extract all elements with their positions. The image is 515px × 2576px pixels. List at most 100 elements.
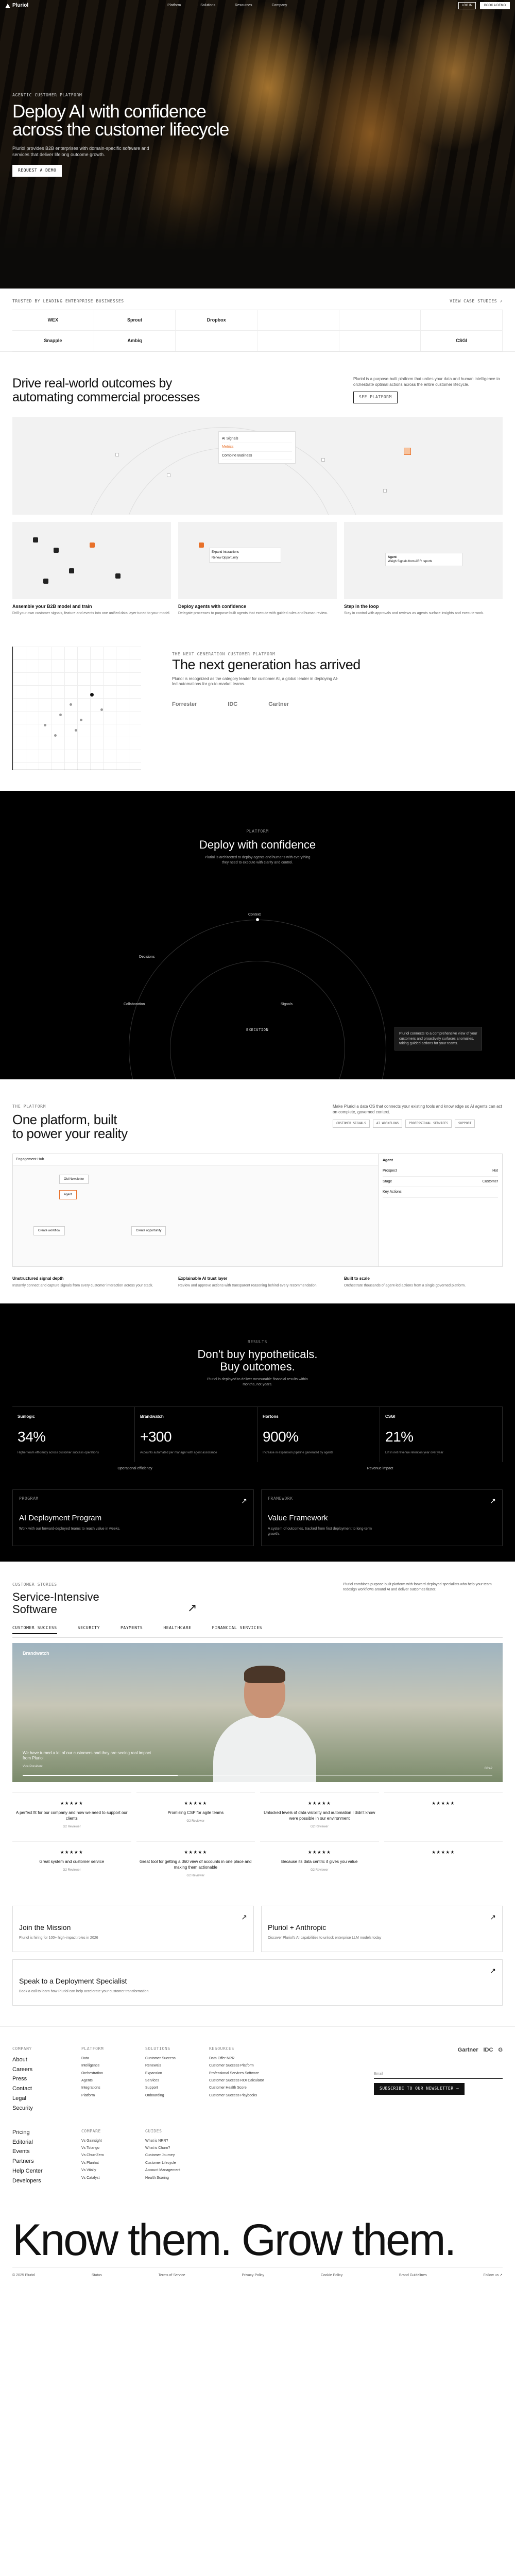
analyst-badge-g2: G	[498, 2046, 503, 2053]
panel-row[interactable]: Stage Customer	[383, 1177, 498, 1188]
footer-link[interactable]: Data Offer NRR	[209, 2056, 291, 2061]
customer-logo: CSGI	[421, 330, 503, 351]
footer-link[interactable]: Customer Health Score	[209, 2086, 291, 2090]
footer-link[interactable]: Services	[145, 2078, 202, 2083]
footer-link-careers[interactable]: Careers	[12, 2066, 74, 2074]
follow-us-link[interactable]: Follow us ↗	[484, 2273, 503, 2278]
footer-link[interactable]: Vs Planhat	[81, 2161, 138, 2165]
footer-link[interactable]: Renewals	[145, 2063, 202, 2068]
footer-link[interactable]: Data	[81, 2056, 138, 2061]
nav-link-solutions[interactable]: Solutions	[200, 3, 215, 8]
footer-link[interactable]: Customer Success Platform	[209, 2063, 291, 2068]
popup-item[interactable]: Combine Business	[222, 452, 292, 461]
footer-link[interactable]: Vs ChurnZero	[81, 2153, 138, 2158]
popup-item-selected[interactable]: Metrics	[222, 443, 292, 452]
footer-link[interactable]: Orchestration	[81, 2071, 138, 2076]
footer-link[interactable]: Agents	[81, 2078, 138, 2083]
footer-link[interactable]: What is NRR?	[145, 2139, 202, 2143]
story-tab[interactable]: PAYMENTS	[121, 1625, 143, 1634]
footer-link-press[interactable]: Press	[12, 2075, 74, 2083]
customer-logo	[421, 310, 503, 331]
platform-tab[interactable]: PROFESSIONAL SERVICES	[405, 1119, 452, 1128]
footer-link[interactable]: Vs Vitally	[81, 2168, 138, 2173]
footer-link-security[interactable]: Security	[12, 2105, 74, 2112]
automate-description: Pluriol is a purpose-built platform that…	[353, 376, 500, 387]
review-card: ★★★★★ Because its data centric it gives y…	[260, 1841, 379, 1885]
footer-link[interactable]: Support	[145, 2086, 202, 2090]
hero-request-demo-button[interactable]: REQUEST A DEMO	[12, 165, 62, 177]
nav-link-resources[interactable]: Resources	[235, 3, 252, 8]
footer-link[interactable]: Vs Catalyst	[81, 2176, 138, 2180]
workflow-node[interactable]: Create opportunity	[131, 1226, 166, 1235]
footer-link[interactable]: Customer Success	[145, 2056, 202, 2061]
brand-logo[interactable]: Pluriol	[5, 2, 28, 9]
case-studies-link[interactable]: VIEW CASE STUDIES ↗	[450, 299, 503, 304]
platform-tab[interactable]: SUPPORT	[455, 1119, 475, 1128]
pluriol-marker	[90, 693, 94, 697]
footer-link-about[interactable]: About	[12, 2056, 74, 2064]
workflow-node[interactable]: Old Newsletter	[59, 1174, 89, 1184]
brand-mark-icon	[5, 3, 10, 8]
legal-link[interactable]: Brand Guidelines	[399, 2273, 427, 2278]
footer-link[interactable]: Customer Lifecycle	[145, 2161, 202, 2165]
legal-link[interactable]: Privacy Policy	[242, 2273, 264, 2278]
legal-link[interactable]: Terms of Service	[159, 2273, 185, 2278]
footer-link-events[interactable]: Events	[12, 2148, 74, 2156]
workflow-node[interactable]: Create workflow	[33, 1226, 65, 1235]
anthropic-partner-card[interactable]: ↗ Pluriol + Anthropic Discover Pluriol's…	[261, 1905, 503, 1952]
testimonial-video[interactable]: Brandwatch We have turned a lot of our c…	[12, 1643, 503, 1783]
newsletter-subscribe-button[interactable]: SUBSCRIBE TO OUR NEWSLETTER →	[374, 2083, 465, 2095]
footer-link-partners[interactable]: Partners	[12, 2158, 74, 2165]
deployment-specialist-card[interactable]: ↗ Speak to a Deployment Specialist Book …	[12, 1959, 503, 2006]
nav-link-platform[interactable]: Platform	[167, 3, 181, 8]
footer-link-contact[interactable]: Contact	[12, 2085, 74, 2093]
join-mission-card[interactable]: ↗ Join the Mission Pluriol is hiring for…	[12, 1905, 254, 1952]
video-progress-bar[interactable]	[23, 1775, 492, 1776]
popup-item[interactable]: AI Signals	[222, 435, 292, 444]
service-section: CUSTOMER STORIES Service-Intensive Softw…	[0, 1562, 515, 1895]
newsletter-email-input[interactable]: Email	[374, 2070, 503, 2079]
footer-link[interactable]: Expansion	[145, 2071, 202, 2076]
footer-link[interactable]: Customer Success ROI Calculator	[209, 2078, 291, 2083]
footer-link[interactable]: Account Management	[145, 2168, 202, 2173]
story-tab[interactable]: CUSTOMER SUCCESS	[12, 1625, 57, 1635]
footer-link-editorial[interactable]: Editorial	[12, 2139, 74, 2146]
platform-visualization: AI Signals Metrics Combine Business	[12, 416, 503, 515]
program-card-value-framework[interactable]: FRAMEWORK ↗ Value Framework A system of …	[261, 1489, 503, 1547]
footer-link[interactable]: Customer Journey	[145, 2153, 202, 2158]
footer-link[interactable]: Intelligence	[81, 2063, 138, 2068]
feature-card-deploy: Expand Interactions Renew Opportunity De…	[178, 521, 337, 616]
platform-tab[interactable]: CUSTOMER SIGNALS	[333, 1119, 370, 1128]
panel-row[interactable]: Key Actions	[383, 1187, 498, 1198]
stat-card: CSGI 21% Lift in net revenue retention yea…	[380, 1407, 503, 1462]
story-tab[interactable]: SECURITY	[78, 1625, 100, 1634]
legal-link[interactable]: Status	[92, 2273, 102, 2278]
workflow-node-agent[interactable]: Agent	[59, 1190, 77, 1199]
legal-link[interactable]: Cookie Policy	[321, 2273, 342, 2278]
nav-link-company[interactable]: Company	[271, 3, 287, 8]
footer-link[interactable]: Onboarding	[145, 2093, 202, 2098]
footer-link-developers[interactable]: Developers	[12, 2177, 74, 2185]
signals-popup: AI Signals Metrics Combine Business	[218, 431, 296, 464]
see-platform-button[interactable]: SEE PLATFORM	[353, 392, 398, 404]
footer-link-help-center[interactable]: Help Center	[12, 2167, 74, 2175]
footer-link[interactable]: Customer Success Playbooks	[209, 2093, 291, 2098]
footer-link[interactable]: Professional Services Software	[209, 2071, 291, 2076]
program-card-ai-deployment[interactable]: PROGRAM ↗ AI Deployment Program Work wit…	[12, 1489, 254, 1547]
panel-row[interactable]: Prospect Hot	[383, 1166, 498, 1177]
footer-link[interactable]: Vs Gainsight	[81, 2139, 138, 2143]
story-tab[interactable]: HEALTHCARE	[163, 1625, 191, 1634]
book-demo-button[interactable]: BOOK A DEMO	[479, 2, 510, 10]
arrow-up-right-icon[interactable]: ↗	[187, 1600, 197, 1616]
footer-link-legal[interactable]: Legal	[12, 2095, 74, 2103]
story-tab[interactable]: FINANCIAL SERVICES	[212, 1625, 263, 1634]
platform-tab[interactable]: AI WORKFLOWS	[372, 1119, 403, 1128]
next-generation-section: THE NEXT GENERATION CUSTOMER PLATFORM Th…	[0, 626, 515, 791]
login-button[interactable]: LOG IN	[458, 2, 476, 10]
footer-link-pricing[interactable]: Pricing	[12, 2129, 74, 2137]
footer-link[interactable]: What is Churn?	[145, 2146, 202, 2150]
footer-link[interactable]: Health Scoring	[145, 2176, 202, 2180]
footer-link[interactable]: Integrations	[81, 2086, 138, 2090]
footer-link[interactable]: Platform	[81, 2093, 138, 2098]
footer-link[interactable]: Vs Totango	[81, 2146, 138, 2150]
